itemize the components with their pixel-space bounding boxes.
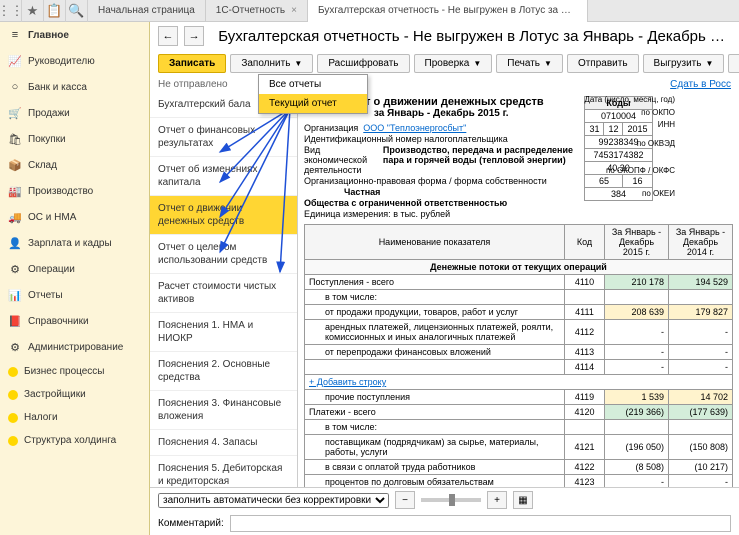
sidebar-icon: ⚙ bbox=[8, 262, 22, 276]
decode-button[interactable]: Расшифровать bbox=[317, 54, 409, 73]
sidebar-item-10[interactable]: 📊Отчеты bbox=[0, 282, 149, 308]
sidebar-item-7[interactable]: 🚚ОС и НМА bbox=[0, 204, 149, 230]
top-bar: ⋮⋮ ★ 📋 🔍 Начальная страница 1С-Отчетност… bbox=[0, 0, 739, 22]
sidebar-icon: ≡ bbox=[8, 28, 22, 42]
sidebar-item-12[interactable]: ⚙Администрирование bbox=[0, 334, 149, 360]
nav-item-5[interactable]: Расчет стоимости чистых активов bbox=[150, 274, 297, 313]
report-area: Отчет о движении денежных средств за Янв… bbox=[298, 92, 739, 487]
sidebar-item-8[interactable]: 👤Зарплата и кадры bbox=[0, 230, 149, 256]
sidebar-item-13[interactable]: Бизнес процессы bbox=[0, 360, 149, 383]
table-row[interactable]: арендных платежей, лицензионных платежей… bbox=[305, 320, 733, 345]
nav-item-1[interactable]: Отчет о финансовых результатах bbox=[150, 118, 297, 157]
grid-icon[interactable]: ▦ bbox=[513, 491, 533, 509]
table-row[interactable]: процентов по долговым обязательствам4123… bbox=[305, 475, 733, 488]
sidebar-icon bbox=[8, 413, 18, 423]
search-icon[interactable]: 🔍 bbox=[66, 0, 88, 22]
table-row[interactable]: в том числе: bbox=[305, 290, 733, 305]
sidebar-icon: 🛒 bbox=[8, 106, 22, 120]
sidebar-icon: 📕 bbox=[8, 314, 22, 328]
tab-1c[interactable]: 1С-Отчетность× bbox=[206, 0, 308, 22]
star-icon[interactable]: ★ bbox=[22, 0, 44, 22]
table-row[interactable]: + Добавить строку bbox=[305, 375, 733, 390]
fill-dropdown: Все отчеты Текущий отчет bbox=[258, 74, 368, 114]
menu-icon[interactable]: ⋮⋮ bbox=[0, 0, 22, 22]
sidebar-item-15[interactable]: Налоги bbox=[0, 406, 149, 429]
sidebar-item-14[interactable]: Застройщики bbox=[0, 383, 149, 406]
sidebar-item-2[interactable]: ○Банк и касса bbox=[0, 74, 149, 100]
tab-report[interactable]: Бухгалтерская отчетность - Не выгружен в… bbox=[308, 0, 588, 22]
org-link[interactable]: ООО "Теплоэнергосбыт" bbox=[363, 123, 466, 133]
nav-item-10[interactable]: Пояснения 5. Дебиторская и кредиторская … bbox=[150, 456, 297, 487]
sidebar-icon: 📊 bbox=[8, 288, 22, 302]
sidebar-item-6[interactable]: 🏭Производство bbox=[0, 178, 149, 204]
sidebar-icon: ○ bbox=[8, 80, 22, 94]
tab-home[interactable]: Начальная страница bbox=[88, 0, 206, 22]
table-row[interactable]: от перепродажи финансовых вложений4113-- bbox=[305, 345, 733, 360]
close-icon[interactable]: × bbox=[291, 5, 297, 16]
zoom-slider[interactable] bbox=[421, 498, 481, 502]
comment-label: Комментарий: bbox=[158, 518, 224, 529]
sidebar-icon: 📈 bbox=[8, 54, 22, 68]
sidebar-item-16[interactable]: Структура холдинга bbox=[0, 429, 149, 452]
nav-item-6[interactable]: Пояснения 1. НМА и НИОКР bbox=[150, 313, 297, 352]
sidebar-icon: 📦 bbox=[8, 158, 22, 172]
more-button[interactable]: Еще▼ bbox=[728, 54, 739, 73]
report-nav: Бухгалтерский балаОтчет о финансовых рез… bbox=[150, 92, 298, 487]
sidebar-icon: 🛍 bbox=[8, 132, 22, 146]
forward-button[interactable]: → bbox=[184, 26, 204, 46]
sidebar-item-4[interactable]: 🛍Покупки bbox=[0, 126, 149, 152]
sidebar-item-0[interactable]: ≡Главное bbox=[0, 22, 149, 48]
sidebar: ≡Главное📈Руководителю○Банк и касса🛒Прода… bbox=[0, 22, 150, 535]
table-row[interactable]: от продажи продукции, товаров, работ и у… bbox=[305, 305, 733, 320]
nav-item-9[interactable]: Пояснения 4. Запасы bbox=[150, 430, 297, 456]
sidebar-icon: ⚙ bbox=[8, 340, 22, 354]
autofill-select[interactable]: заполнить автоматически без корректировк… bbox=[158, 493, 389, 508]
fill-button[interactable]: Заполнить▼ bbox=[230, 54, 313, 73]
sidebar-item-5[interactable]: 📦Склад bbox=[0, 152, 149, 178]
table-row[interactable]: в том числе: bbox=[305, 420, 733, 435]
toolbar: Записать Заполнить▼ Расшифровать Проверк… bbox=[150, 50, 739, 77]
sidebar-icon: 👤 bbox=[8, 236, 22, 250]
save-button[interactable]: Записать bbox=[158, 54, 226, 73]
clipboard-icon[interactable]: 📋 bbox=[44, 0, 66, 22]
sidebar-item-1[interactable]: 📈Руководителю bbox=[0, 48, 149, 74]
nav-item-3[interactable]: Отчет о движении денежных средств bbox=[150, 196, 297, 235]
nav-item-8[interactable]: Пояснения 3. Финансовые вложения bbox=[150, 391, 297, 430]
submit-link[interactable]: Сдать в Росс bbox=[670, 79, 731, 90]
zoom-in-button[interactable]: + bbox=[487, 491, 507, 509]
sidebar-icon: 🚚 bbox=[8, 210, 22, 224]
status-label: Не отправлено bbox=[158, 79, 228, 90]
table-row[interactable]: Денежные потоки от текущих операций bbox=[305, 260, 733, 275]
page-title: Бухгалтерская отчетность - Не выгружен в… bbox=[218, 28, 731, 45]
zoom-out-button[interactable]: − bbox=[395, 491, 415, 509]
back-button[interactable]: ← bbox=[158, 26, 178, 46]
table-row[interactable]: поставщикам (подрядчикам) за сырье, мате… bbox=[305, 435, 733, 460]
comment-input[interactable] bbox=[230, 515, 731, 532]
sidebar-item-11[interactable]: 📕Справочники bbox=[0, 308, 149, 334]
dd-all-reports[interactable]: Все отчеты bbox=[259, 75, 367, 94]
table-row[interactable]: Поступления - всего4110210 178194 529 bbox=[305, 275, 733, 290]
table-row[interactable]: 4114-- bbox=[305, 360, 733, 375]
sidebar-icon bbox=[8, 390, 18, 400]
nav-item-4[interactable]: Отчет о целевом использовании средств bbox=[150, 235, 297, 274]
upload-button[interactable]: Выгрузить▼ bbox=[643, 54, 725, 73]
table-row[interactable]: в связи с оплатой труда работников4122(8… bbox=[305, 460, 733, 475]
nav-item-7[interactable]: Пояснения 2. Основные средства bbox=[150, 352, 297, 391]
send-button[interactable]: Отправить bbox=[567, 54, 639, 73]
bottom-bar: заполнить автоматически без корректировк… bbox=[150, 487, 739, 512]
sidebar-icon bbox=[8, 367, 18, 377]
sidebar-item-3[interactable]: 🛒Продажи bbox=[0, 100, 149, 126]
nav-item-2[interactable]: Отчет об изменениях капитала bbox=[150, 157, 297, 196]
table-row[interactable]: Платежи - всего4120(219 366)(177 639) bbox=[305, 405, 733, 420]
dd-current-report[interactable]: Текущий отчет bbox=[259, 94, 367, 113]
check-button[interactable]: Проверка▼ bbox=[414, 54, 493, 73]
table-row[interactable]: прочие поступления41191 53914 702 bbox=[305, 390, 733, 405]
sidebar-icon: 🏭 bbox=[8, 184, 22, 198]
sidebar-item-9[interactable]: ⚙Операции bbox=[0, 256, 149, 282]
data-table: Наименование показателя Код За Январь - … bbox=[304, 224, 733, 487]
sidebar-icon bbox=[8, 436, 18, 446]
print-button[interactable]: Печать▼ bbox=[496, 54, 563, 73]
add-row-link[interactable]: + Добавить строку bbox=[309, 377, 386, 387]
